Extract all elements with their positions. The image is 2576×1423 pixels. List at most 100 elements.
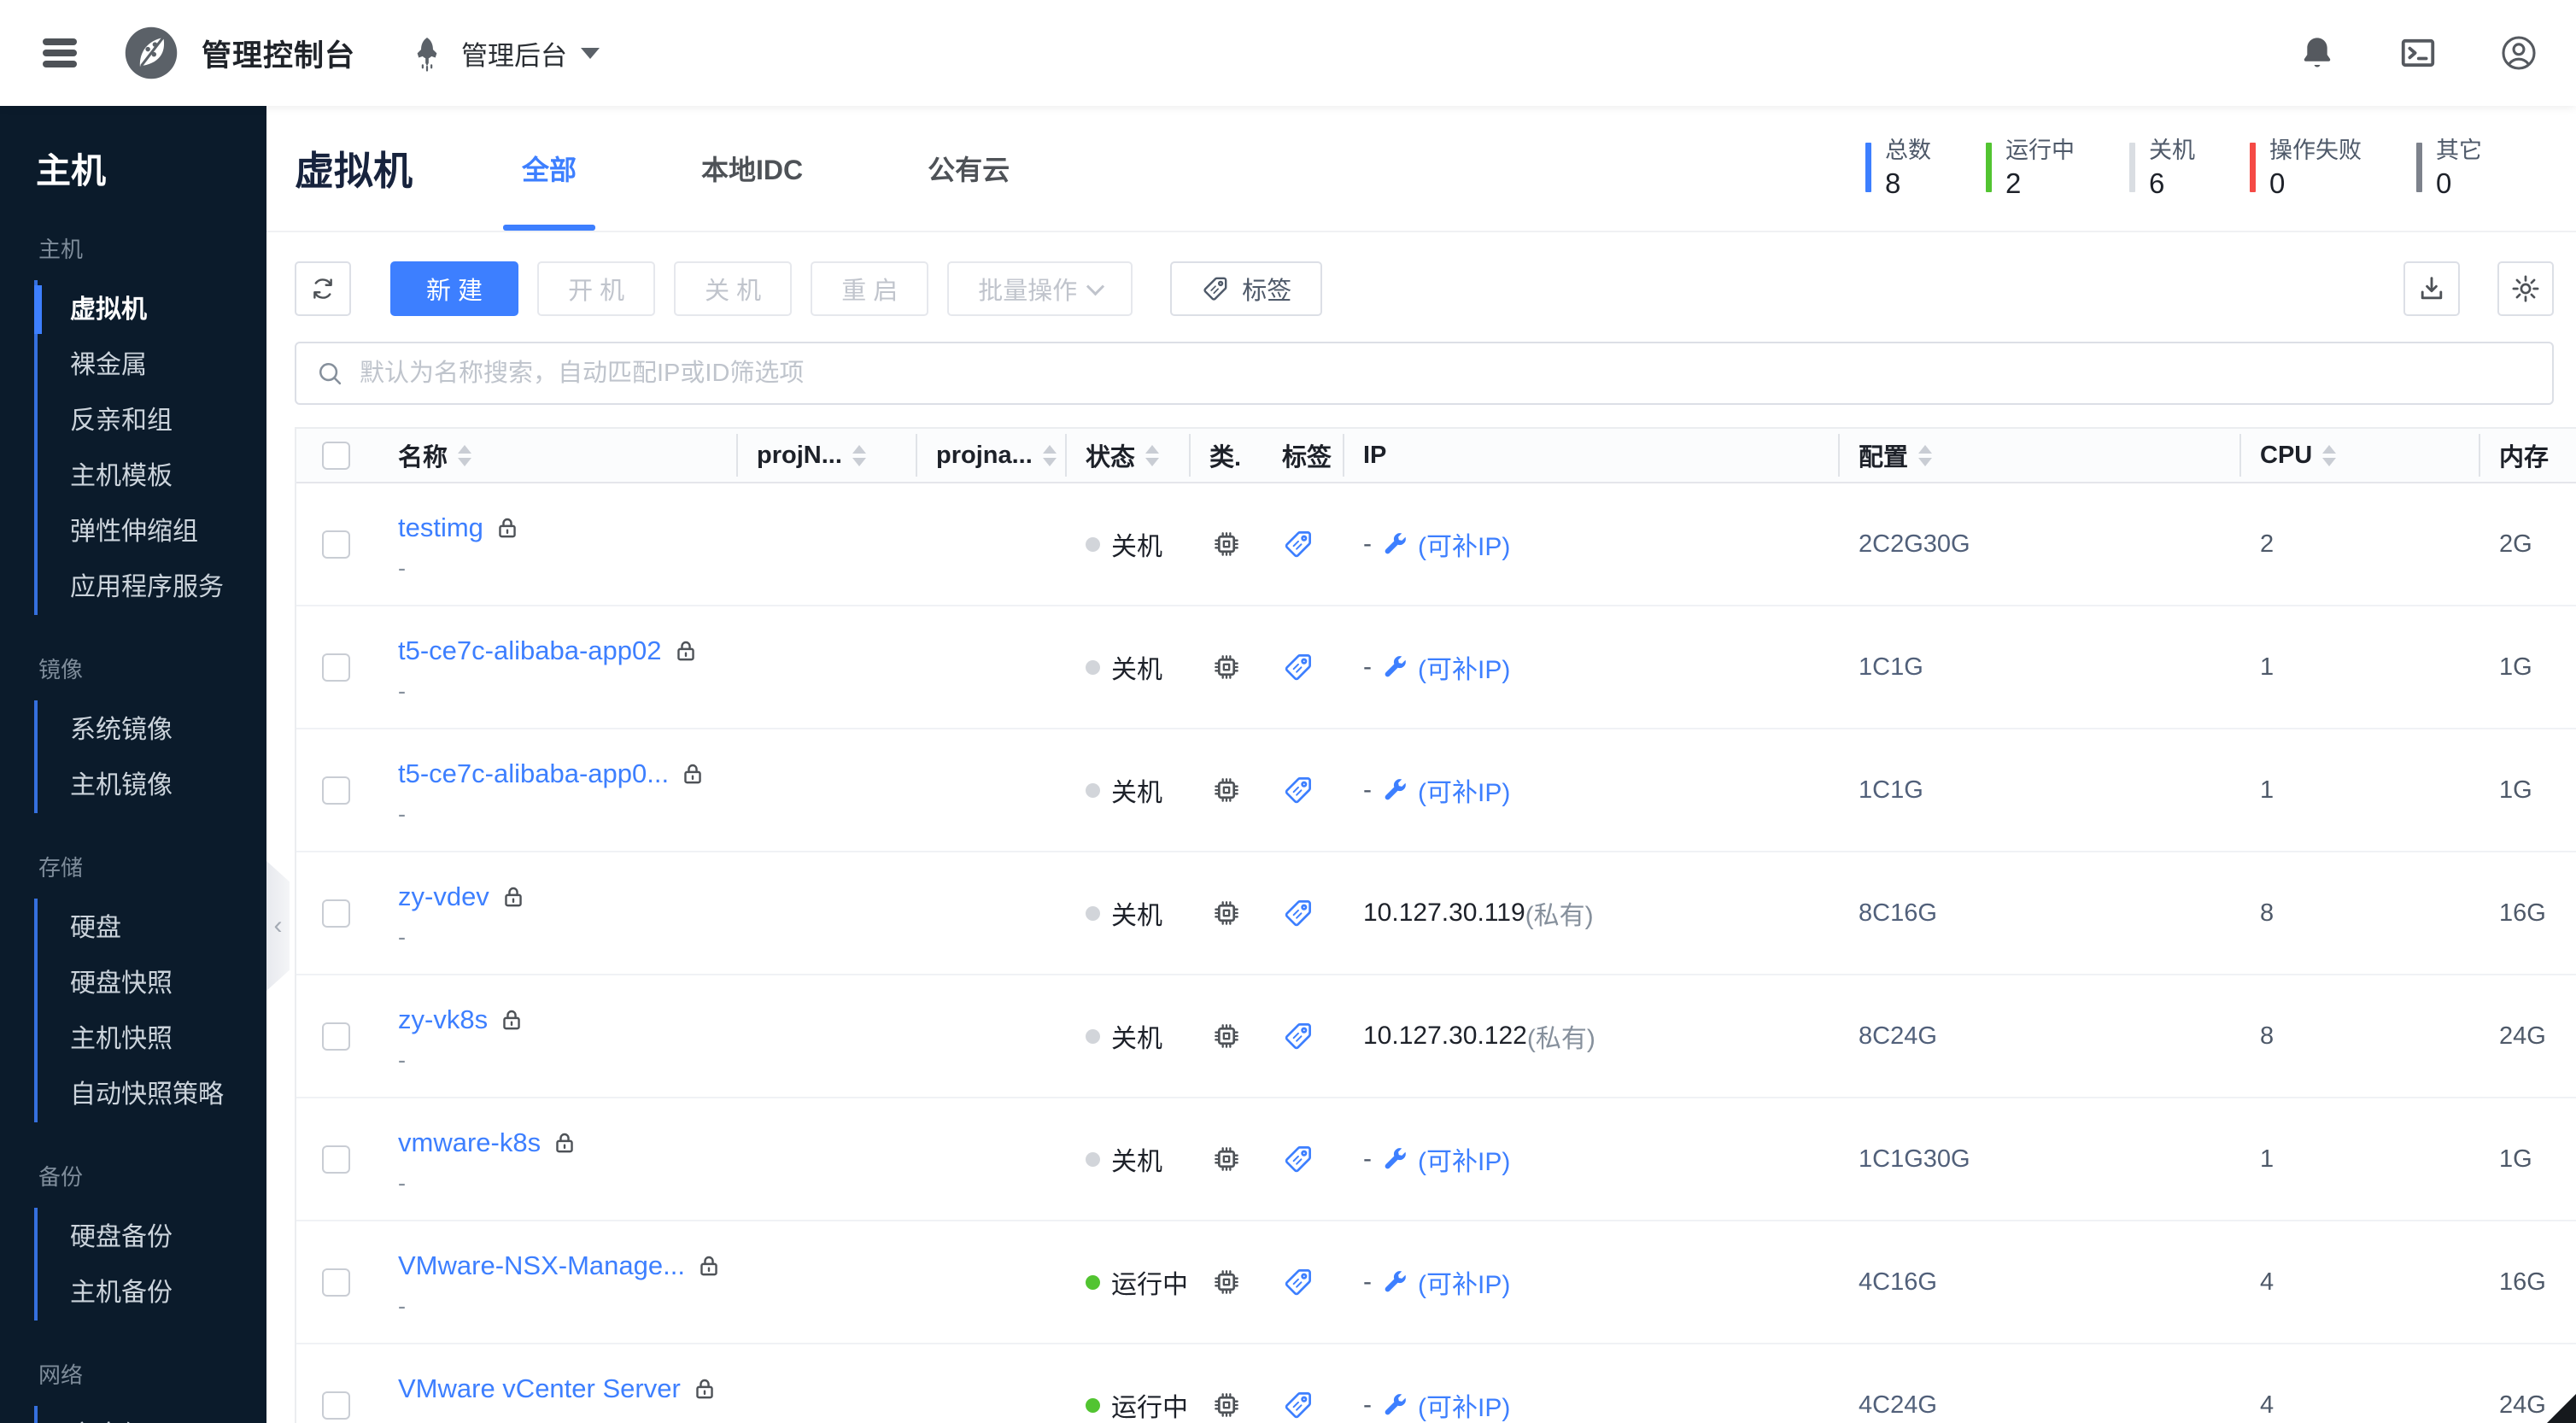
power-off-button[interactable]: 关 机 bbox=[674, 261, 793, 316]
config-cell: 1C1G30G bbox=[1859, 1145, 1970, 1173]
col-header-projname[interactable]: projna... bbox=[916, 429, 1065, 482]
restart-button[interactable]: 重 启 bbox=[811, 261, 929, 316]
select-all-checkbox[interactable] bbox=[322, 441, 350, 470]
vm-name-link[interactable]: zy-vdev bbox=[398, 881, 489, 912]
col-header-status[interactable]: 状态 bbox=[1065, 429, 1189, 482]
fix-ip-link[interactable]: (可补IP) bbox=[1380, 1386, 1510, 1423]
sidebar-item-anti-affinity-groups[interactable]: 反亲和组 bbox=[38, 393, 266, 448]
corner-wedge bbox=[2547, 1394, 2576, 1423]
tag-icon[interactable] bbox=[1282, 774, 1314, 806]
vm-name-link[interactable]: t5-ce7c-alibaba-app0... bbox=[398, 758, 669, 789]
export-download-button[interactable] bbox=[2403, 261, 2460, 316]
batch-actions-button[interactable]: 批量操作 bbox=[947, 261, 1133, 316]
fix-ip-link[interactable]: (可补IP) bbox=[1380, 525, 1510, 563]
row-checkbox[interactable] bbox=[322, 1145, 350, 1174]
tag-icon[interactable] bbox=[1282, 528, 1314, 560]
lock-icon bbox=[679, 760, 706, 788]
sort-icon[interactable] bbox=[2322, 444, 2337, 466]
create-button[interactable]: 新 建 bbox=[390, 261, 519, 316]
status-dot bbox=[1086, 536, 1100, 552]
sidebar-item-autoscaling-groups[interactable]: 弹性伸缩组 bbox=[38, 504, 266, 559]
stat-other: 其它 0 bbox=[2416, 136, 2482, 201]
user-avatar-icon[interactable] bbox=[2499, 33, 2538, 73]
tab-public-cloud[interactable]: 公有云 bbox=[928, 106, 1010, 231]
sort-icon[interactable] bbox=[852, 444, 866, 466]
ip-cell: - (可补IP) bbox=[1343, 606, 1838, 728]
rocket-icon bbox=[408, 34, 446, 72]
tab-all[interactable]: 全部 bbox=[502, 106, 596, 231]
tag-button[interactable]: 标签 bbox=[1170, 261, 1323, 316]
tab-bar: 全部 本地IDC 公有云 bbox=[502, 106, 1010, 231]
menu-toggle-icon[interactable] bbox=[38, 36, 82, 70]
fix-ip-link[interactable]: (可补IP) bbox=[1380, 771, 1510, 809]
notifications-bell-icon[interactable] bbox=[2298, 33, 2337, 73]
row-checkbox[interactable] bbox=[322, 776, 350, 805]
sidebar-collapse-handle[interactable]: ‹ bbox=[266, 861, 290, 991]
vm-subtext: - bbox=[398, 555, 406, 581]
col-header-type[interactable]: 类. bbox=[1189, 429, 1262, 482]
sidebar-item-app-services[interactable]: 应用程序服务 bbox=[38, 559, 266, 615]
sidebar-item-disk-snapshots[interactable]: 硬盘快照 bbox=[38, 956, 266, 1011]
vm-name-link[interactable]: t5-ce7c-alibaba-app02 bbox=[398, 635, 662, 666]
sidebar-item-host-backups[interactable]: 主机备份 bbox=[38, 1265, 266, 1321]
vm-name-link[interactable]: testimg bbox=[398, 512, 483, 543]
memory-cell: 1G bbox=[2499, 653, 2532, 681]
status-summary: 总数 8 运行中 2 关机 6 操作失败 0 其它 0 bbox=[1865, 136, 2482, 201]
col-header-tags[interactable]: 标签 bbox=[1262, 429, 1343, 482]
sidebar-item-system-images[interactable]: 系统镜像 bbox=[38, 702, 266, 758]
col-header-projN[interactable]: projN... bbox=[736, 429, 916, 482]
sidebar-item-virtual-machines[interactable]: 虚拟机 bbox=[34, 282, 266, 337]
col-header-memory[interactable]: 内存 bbox=[2479, 429, 2576, 482]
row-checkbox[interactable] bbox=[322, 1022, 350, 1051]
fix-ip-link[interactable]: (可补IP) bbox=[1380, 648, 1510, 686]
vm-name-link[interactable]: VMware-NSX-Manage... bbox=[398, 1250, 685, 1281]
sort-icon[interactable] bbox=[1145, 444, 1160, 466]
lock-icon bbox=[498, 1006, 525, 1034]
row-checkbox[interactable] bbox=[322, 899, 350, 928]
tag-icon[interactable] bbox=[1282, 1266, 1314, 1298]
vm-name-link[interactable]: VMware vCenter Server bbox=[398, 1373, 681, 1404]
search-input[interactable] bbox=[360, 359, 2533, 388]
tag-icon[interactable] bbox=[1282, 1143, 1314, 1175]
col-header-name[interactable]: 名称 bbox=[378, 429, 736, 482]
sidebar-item-host-templates[interactable]: 主机模板 bbox=[38, 448, 266, 504]
lock-icon bbox=[691, 1375, 718, 1403]
tag-icon[interactable] bbox=[1282, 1020, 1314, 1052]
table-header-row: 名称 projN... projna... 状态 类. 标签 IP 配置 CPU… bbox=[296, 429, 2576, 483]
sidebar-section-backup: 备份 硬盘备份 主机备份 bbox=[0, 1162, 266, 1321]
col-header-ip[interactable]: IP bbox=[1343, 429, 1838, 482]
ip-cell: - (可补IP) bbox=[1343, 1221, 1838, 1343]
sidebar-item-security-groups[interactable]: 安全组 bbox=[38, 1408, 266, 1423]
power-on-button[interactable]: 开 机 bbox=[537, 261, 656, 316]
tag-icon[interactable] bbox=[1282, 1389, 1314, 1421]
tab-local-idc[interactable]: 本地IDC bbox=[701, 106, 803, 231]
sidebar-item-disks[interactable]: 硬盘 bbox=[38, 900, 266, 956]
vm-name-link[interactable]: vmware-k8s bbox=[398, 1127, 541, 1158]
fix-ip-link[interactable]: (可补IP) bbox=[1380, 1263, 1510, 1301]
column-settings-button[interactable] bbox=[2497, 261, 2554, 316]
sidebar-item-auto-snapshot-policies[interactable]: 自动快照策略 bbox=[38, 1067, 266, 1122]
cpu-cell: 1 bbox=[2260, 653, 2274, 681]
row-checkbox[interactable] bbox=[322, 653, 350, 682]
tag-icon bbox=[1201, 274, 1230, 303]
terminal-icon[interactable] bbox=[2398, 33, 2438, 73]
col-header-config[interactable]: 配置 bbox=[1838, 429, 2239, 482]
sidebar-item-bare-metal[interactable]: 裸金属 bbox=[38, 337, 266, 393]
tag-icon[interactable] bbox=[1282, 897, 1314, 929]
refresh-button[interactable] bbox=[295, 261, 351, 316]
row-checkbox[interactable] bbox=[322, 1391, 350, 1420]
sidebar-item-host-snapshots[interactable]: 主机快照 bbox=[38, 1011, 266, 1067]
sort-icon[interactable] bbox=[458, 444, 472, 466]
sidebar-item-disk-backups[interactable]: 硬盘备份 bbox=[38, 1209, 266, 1265]
col-header-cpu[interactable]: CPU bbox=[2239, 429, 2479, 482]
sort-icon[interactable] bbox=[1918, 444, 1933, 466]
row-checkbox[interactable] bbox=[322, 1268, 350, 1297]
vm-name-link[interactable]: zy-vk8s bbox=[398, 1004, 488, 1035]
workspace-switcher[interactable]: 管理后台 bbox=[408, 34, 600, 73]
vm-subtext: - bbox=[398, 924, 406, 950]
sort-icon[interactable] bbox=[1042, 444, 1057, 466]
row-checkbox[interactable] bbox=[322, 530, 350, 559]
fix-ip-link[interactable]: (可补IP) bbox=[1380, 1140, 1510, 1178]
sidebar-item-host-images[interactable]: 主机镜像 bbox=[38, 758, 266, 813]
tag-icon[interactable] bbox=[1282, 651, 1314, 683]
